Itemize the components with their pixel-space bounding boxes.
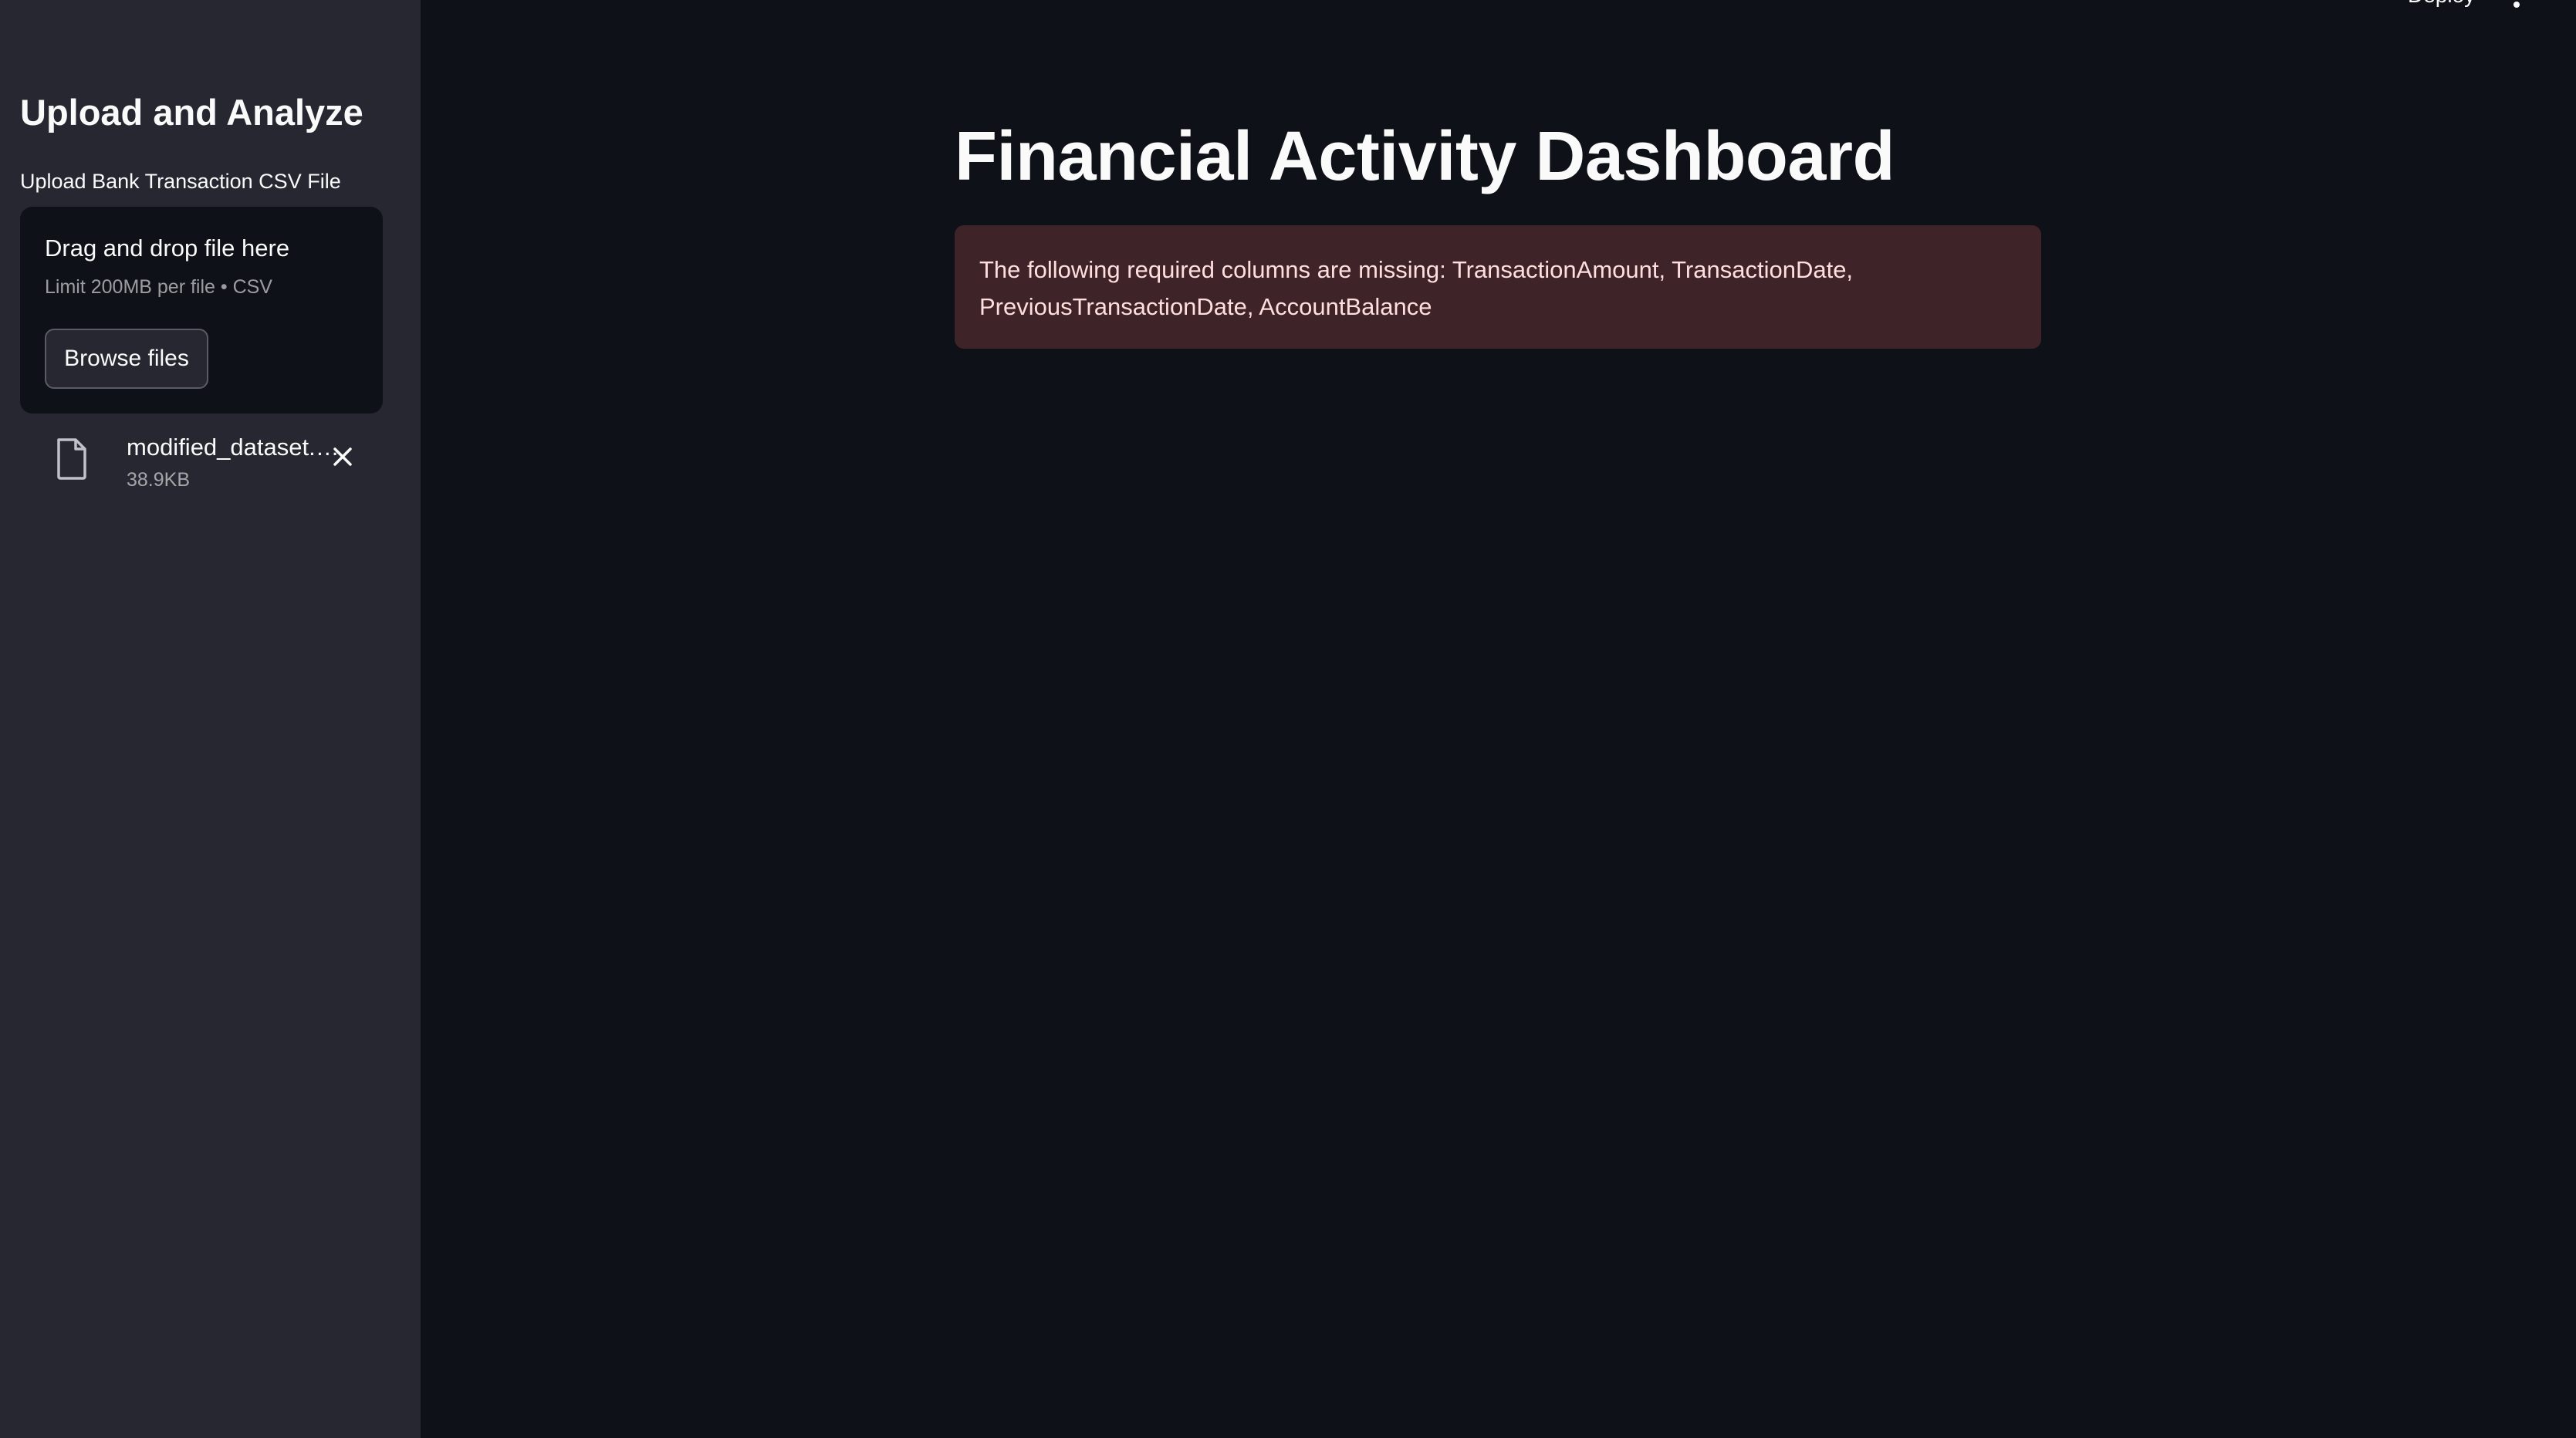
uploaded-file-size: 38.9KB [127, 469, 191, 491]
error-message: The following required columns are missi… [979, 256, 1854, 320]
close-icon[interactable] [329, 443, 357, 471]
sidebar-title: Upload and Analyze [20, 92, 363, 133]
file-dropzone[interactable]: Drag and drop file here Limit 200MB per … [20, 207, 383, 414]
uploaded-file-item: modified_dataset.csv 38.9KB [20, 426, 383, 495]
page-title: Financial Activity Dashboard [955, 118, 1895, 195]
uploaded-file-name: modified_dataset.csv [127, 434, 344, 461]
app-root: Upload and Analyze Upload Bank Transacti… [0, 0, 2576, 1438]
more-vertical-icon[interactable] [2513, 0, 2520, 12]
browse-files-button[interactable]: Browse files [45, 329, 208, 389]
dropzone-title: Drag and drop file here [45, 235, 290, 262]
file-icon [57, 438, 86, 480]
sidebar: Upload and Analyze Upload Bank Transacti… [0, 0, 421, 1438]
error-alert: The following required columns are missi… [955, 225, 2041, 349]
file-uploader-label: Upload Bank Transaction CSV File [20, 170, 341, 193]
deploy-button[interactable]: Deploy [2408, 0, 2475, 8]
dropzone-limit-text: Limit 200MB per file • CSV [45, 276, 272, 298]
